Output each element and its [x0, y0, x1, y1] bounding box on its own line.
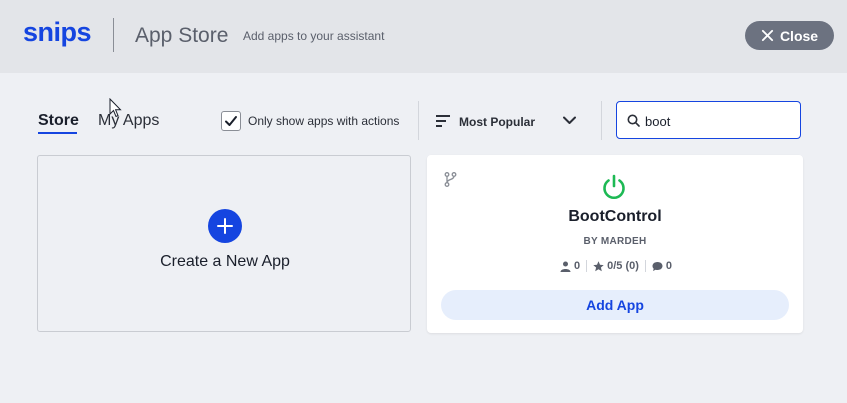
checkmark-icon [225, 116, 237, 126]
only-actions-label[interactable]: Only show apps with actions [248, 114, 399, 128]
tab-store[interactable]: Store [38, 112, 79, 130]
close-button[interactable]: Close [745, 21, 834, 50]
search-divider [601, 101, 602, 140]
user-icon [560, 261, 571, 272]
app-header: snips App Store Add apps to your assista… [0, 0, 847, 73]
app-stats: 0 0/5 (0) 0 [554, 259, 678, 273]
mouse-cursor-icon [109, 98, 122, 118]
app-card[interactable]: BootControl BY MARDEH 0 0/5 (0) 0 Add Ap… [427, 155, 803, 333]
plus-icon[interactable] [208, 209, 242, 243]
header-divider [113, 18, 114, 52]
page-subtitle: Add apps to your assistant [243, 29, 385, 43]
x-icon [761, 29, 774, 42]
comments-stat: 0 [644, 260, 678, 272]
create-app-card[interactable]: Create a New App [37, 155, 411, 332]
fork-icon [444, 172, 457, 187]
snips-logo: snips [23, 17, 92, 47]
add-app-button[interactable]: Add App [441, 290, 789, 320]
filter-divider [418, 101, 419, 140]
only-actions-checkbox[interactable] [221, 111, 241, 131]
tab-my-apps[interactable]: My Apps [98, 112, 159, 130]
rating-value: 0/5 (0) [607, 260, 639, 272]
chevron-down-icon[interactable] [563, 116, 576, 125]
close-button-label: Close [779, 27, 819, 44]
active-tab-indicator [38, 132, 77, 134]
star-icon [593, 260, 604, 271]
sort-dropdown[interactable]: Most Popular [459, 115, 535, 129]
app-author: BY MARDEH [583, 236, 647, 247]
users-stat: 0 [554, 260, 586, 272]
power-icon [603, 174, 625, 199]
comments-count: 0 [665, 260, 673, 272]
sort-icon[interactable] [436, 115, 450, 127]
users-count: 0 [574, 260, 581, 272]
comment-icon [652, 261, 663, 271]
create-app-label[interactable]: Create a New App [38, 253, 412, 271]
app-name[interactable]: BootControl [427, 208, 803, 226]
search-icon [627, 114, 640, 127]
search-input[interactable] [645, 111, 795, 131]
search-box[interactable] [616, 101, 801, 139]
page-title: App Store [135, 24, 229, 47]
rating-stat: 0/5 (0) [586, 260, 645, 272]
